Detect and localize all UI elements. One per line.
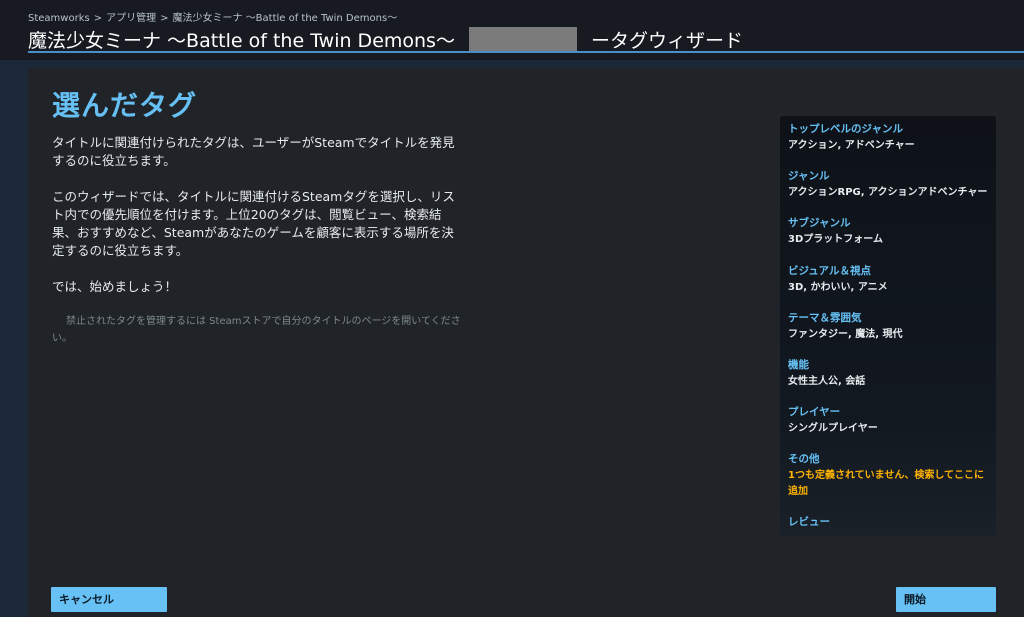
sidebar-item-review[interactable]: レビュー bbox=[788, 515, 994, 529]
breadcrumb-separator: > bbox=[93, 13, 103, 24]
breadcrumb-item-app[interactable]: 魔法少女ミーナ 〜Battle of the Twin Demons〜 bbox=[172, 9, 397, 24]
sidebar-item-label: サブジャンル bbox=[788, 217, 851, 229]
intro-paragraph-2: このウィザードでは、タイトルに関連付けるSteamタグを選択し、リスト内での優先… bbox=[52, 189, 455, 258]
sidebar-item-genre[interactable]: ジャンル アクションRPG, アクションアドベンチャー bbox=[788, 169, 994, 201]
title-underline bbox=[28, 51, 1024, 53]
breadcrumb: Steamworks > アプリ管理 > 魔法少女ミーナ 〜Battle of the … bbox=[28, 9, 397, 24]
intro-paragraph-3: では、始めましょう！ bbox=[52, 279, 178, 294]
redacted-block bbox=[468, 27, 577, 52]
sidebar-item-value: ファンタジー, 魔法, 現代 bbox=[788, 329, 903, 340]
start-button[interactable]: 開始 bbox=[896, 587, 996, 612]
intro-text: タイトルに関連付けられたタグは、ユーザーがSteamでタイトルを発見するのに役立… bbox=[52, 134, 462, 314]
sidebar-item-label: ジャンル bbox=[788, 170, 830, 182]
page-title-app-name: 魔法少女ミーナ 〜Battle of the Twin Demons〜 bbox=[28, 30, 455, 52]
sidebar-item-label: 機能 bbox=[788, 359, 809, 371]
sidebar-item-theme[interactable]: テーマ＆雰囲気 ファンタジー, 魔法, 現代 bbox=[788, 311, 994, 343]
section-heading: 選んだタグ bbox=[52, 89, 198, 122]
sidebar-item-label: ビジュアル＆視点 bbox=[788, 265, 871, 277]
sidebar-item-value: アクション, アドベンチャー bbox=[788, 140, 915, 151]
sidebar-item-label: テーマ＆雰囲気 bbox=[788, 312, 862, 324]
intro-paragraph-1: タイトルに関連付けられたタグは、ユーザーがSteamでタイトルを発見するのに役立… bbox=[52, 135, 455, 168]
page-title-suffix: ータグウィザード bbox=[590, 30, 743, 52]
sidebar-item-value: 女性主人公, 会話 bbox=[788, 376, 866, 387]
sidebar-item-top-level-genre[interactable]: トップレベルのジャンル アクション, アドベンチャー bbox=[788, 122, 994, 154]
sidebar-item-warning: 1つも定義されていません、検索してここに追加 bbox=[788, 470, 985, 497]
sidebar-item-visuals[interactable]: ビジュアル＆視点 3D, かわいい, アニメ bbox=[788, 264, 994, 296]
sidebar-item-label: プレイヤー bbox=[788, 406, 841, 418]
tag-summary-sidebar: トップレベルのジャンル アクション, アドベンチャー ジャンル アクションRPG… bbox=[780, 116, 996, 536]
sidebar-item-value: アクションRPG, アクションアドベンチャー bbox=[788, 187, 988, 198]
cancel-button[interactable]: キャンセル bbox=[51, 587, 167, 612]
sidebar-item-features[interactable]: 機能 女性主人公, 会話 bbox=[788, 358, 994, 390]
sidebar-item-label: その他 bbox=[788, 453, 820, 465]
sidebar-item-value: 3D, かわいい, アニメ bbox=[788, 282, 888, 293]
breadcrumb-item-steamworks[interactable]: Steamworks bbox=[28, 13, 90, 24]
sidebar-item-subgenre[interactable]: サブジャンル 3Dプラットフォーム bbox=[788, 216, 994, 248]
sidebar-item-label: レビュー bbox=[788, 516, 830, 528]
sidebar-item-value: 3Dプラットフォーム bbox=[788, 234, 883, 245]
banned-tags-note: 禁止されたタグを管理するには Steamストアで自分のタイトルのページを開いてく… bbox=[52, 316, 461, 344]
breadcrumb-item-app-management[interactable]: アプリ管理 bbox=[106, 9, 156, 24]
sidebar-item-other[interactable]: その他 1つも定義されていません、検索してここに追加 bbox=[788, 452, 994, 500]
breadcrumb-separator: > bbox=[160, 13, 169, 24]
page-title: 魔法少女ミーナ 〜Battle of the Twin Demons〜 ータグウ… bbox=[28, 26, 743, 53]
sidebar-item-players[interactable]: プレイヤー シングルプレイヤー bbox=[788, 405, 994, 437]
top-bar: Steamworks > アプリ管理 > 魔法少女ミーナ 〜Battle of the … bbox=[0, 0, 1024, 60]
sidebar-item-value: シングルプレイヤー bbox=[788, 423, 878, 434]
wizard-panel: 選んだタグ タイトルに関連付けられたタグは、ユーザーがSteamでタイトルを発見… bbox=[28, 68, 1024, 617]
sidebar-item-label: トップレベルのジャンル bbox=[788, 123, 903, 135]
